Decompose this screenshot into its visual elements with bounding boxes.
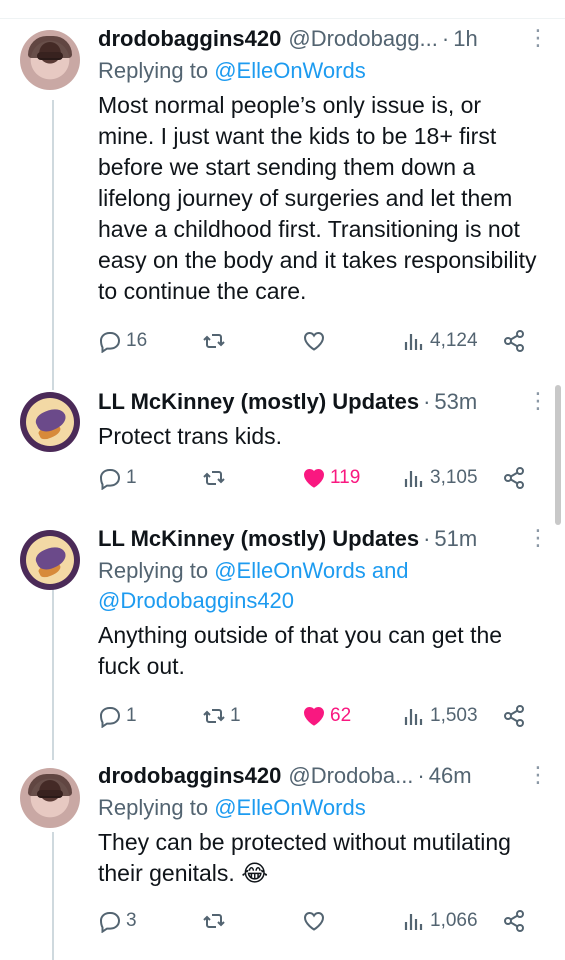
share-button[interactable] [502, 329, 526, 353]
thread-line [52, 100, 54, 390]
thread-line [52, 832, 54, 960]
display-name[interactable]: drodobaggins420 [98, 24, 281, 54]
heart-filled-icon [303, 468, 325, 488]
share-icon [504, 330, 524, 352]
thread-line [52, 575, 54, 760]
display-name[interactable]: LL McKinney (mostly) Updates [98, 387, 419, 417]
replying-to: Replying to @ElleOnWords and @Drodobaggi… [98, 556, 543, 616]
top-divider [0, 18, 565, 19]
scrollbar[interactable] [555, 385, 561, 525]
like-button[interactable]: 62 [302, 704, 351, 728]
retweet-icon [203, 914, 225, 928]
tweet-text: They can be protected without mutilating… [98, 829, 511, 886]
view-count: 1,066 [430, 910, 478, 931]
views-button[interactable]: 1,503 [402, 704, 478, 728]
reply-count: 1 [126, 705, 137, 726]
mention-link[interactable]: @ElleOnWords [214, 795, 366, 820]
share-button[interactable] [502, 466, 526, 490]
reply-icon [99, 707, 121, 728]
analytics-icon [404, 914, 423, 930]
mention-link[interactable]: @ElleOnWords [214, 58, 366, 83]
heart-filled-icon [303, 706, 325, 726]
retweet-button[interactable] [202, 909, 230, 933]
tweet-text: Most normal people’s only issue is, or m… [98, 92, 537, 304]
user-handle[interactable]: @Drodoba... [288, 761, 413, 791]
retweet-button[interactable] [202, 466, 230, 490]
analytics-icon [404, 334, 423, 350]
display-name[interactable]: LL McKinney (mostly) Updates [98, 524, 419, 554]
retweet-button[interactable]: 1 [202, 704, 241, 728]
like-count: 62 [330, 705, 352, 726]
avatar[interactable] [20, 392, 80, 452]
view-count: 4,124 [430, 330, 478, 351]
more-options-icon[interactable]: ⋮ [527, 524, 549, 552]
retweet-icon [203, 709, 225, 723]
tweet-actions: 16 4,124 [98, 329, 528, 359]
reply-button[interactable]: 1 [98, 704, 137, 728]
share-button[interactable] [502, 704, 526, 728]
analytics-icon [404, 471, 423, 487]
separator-dot: · [417, 763, 425, 788]
like-button[interactable]: 119 [302, 466, 360, 490]
timestamp[interactable]: 1h [453, 24, 477, 54]
tweet-actions: 1 119 3,105 [98, 466, 528, 496]
heart-icon [303, 911, 325, 931]
avatar[interactable] [20, 530, 80, 590]
tweet-actions: 3 1,066 [98, 909, 528, 939]
replying-to: Replying to @ElleOnWords [98, 56, 543, 86]
tweet-text: Anything outside of that you can get the… [98, 622, 503, 679]
view-count: 3,105 [430, 467, 478, 488]
view-count: 1,503 [430, 705, 478, 726]
views-button[interactable]: 4,124 [402, 329, 478, 353]
more-options-icon[interactable]: ⋮ [527, 387, 549, 415]
tweet-actions: 1 1 62 1,503 [98, 704, 528, 734]
user-handle[interactable]: @Drodobagg... [288, 24, 438, 54]
like-button[interactable] [302, 329, 330, 353]
reply-icon [99, 469, 121, 490]
retweet-button[interactable] [202, 329, 230, 353]
tweet-text: Protect trans kids. [98, 423, 283, 449]
replying-to: Replying to @ElleOnWords [98, 793, 543, 823]
avatar[interactable] [20, 30, 80, 90]
retweet-icon [203, 334, 225, 348]
replying-to-label: Replying to [98, 795, 215, 820]
share-icon [504, 705, 524, 727]
more-options-icon[interactable]: ⋮ [527, 761, 549, 789]
like-button[interactable] [302, 909, 330, 933]
share-icon [504, 910, 524, 932]
views-button[interactable]: 3,105 [402, 466, 478, 490]
separator-dot: · [423, 389, 431, 414]
mention-link[interactable]: @Drodobaggins420 [98, 588, 294, 613]
reply-button[interactable]: 16 [98, 329, 147, 353]
display-name[interactable]: drodobaggins420 [98, 761, 281, 791]
share-button[interactable] [502, 909, 526, 933]
mention-link[interactable]: @ElleOnWords [214, 558, 366, 583]
timestamp[interactable]: 46m [429, 761, 472, 791]
more-options-icon[interactable]: ⋮ [527, 24, 549, 52]
reply-icon [99, 912, 121, 933]
replying-to-label: Replying to [98, 58, 215, 83]
timestamp[interactable]: 51m [434, 524, 477, 554]
avatar[interactable] [20, 768, 80, 828]
timestamp[interactable]: 53m [434, 387, 477, 417]
retweet-count: 1 [230, 705, 241, 726]
views-button[interactable]: 1,066 [402, 909, 478, 933]
reply-icon [99, 332, 121, 353]
reply-button[interactable]: 3 [98, 909, 137, 933]
reply-count: 3 [126, 910, 137, 931]
reply-button[interactable]: 1 [98, 466, 137, 490]
share-icon [504, 467, 524, 489]
reply-count: 1 [126, 467, 137, 488]
like-count: 119 [330, 467, 361, 488]
replying-to-label: Replying to [98, 558, 215, 583]
separator-dot: · [423, 526, 431, 551]
reply-count: 16 [126, 330, 148, 351]
heart-icon [303, 331, 325, 351]
replying-and: and [365, 558, 409, 583]
analytics-icon [404, 709, 423, 725]
retweet-icon [203, 471, 225, 485]
separator-dot: · [441, 26, 450, 51]
